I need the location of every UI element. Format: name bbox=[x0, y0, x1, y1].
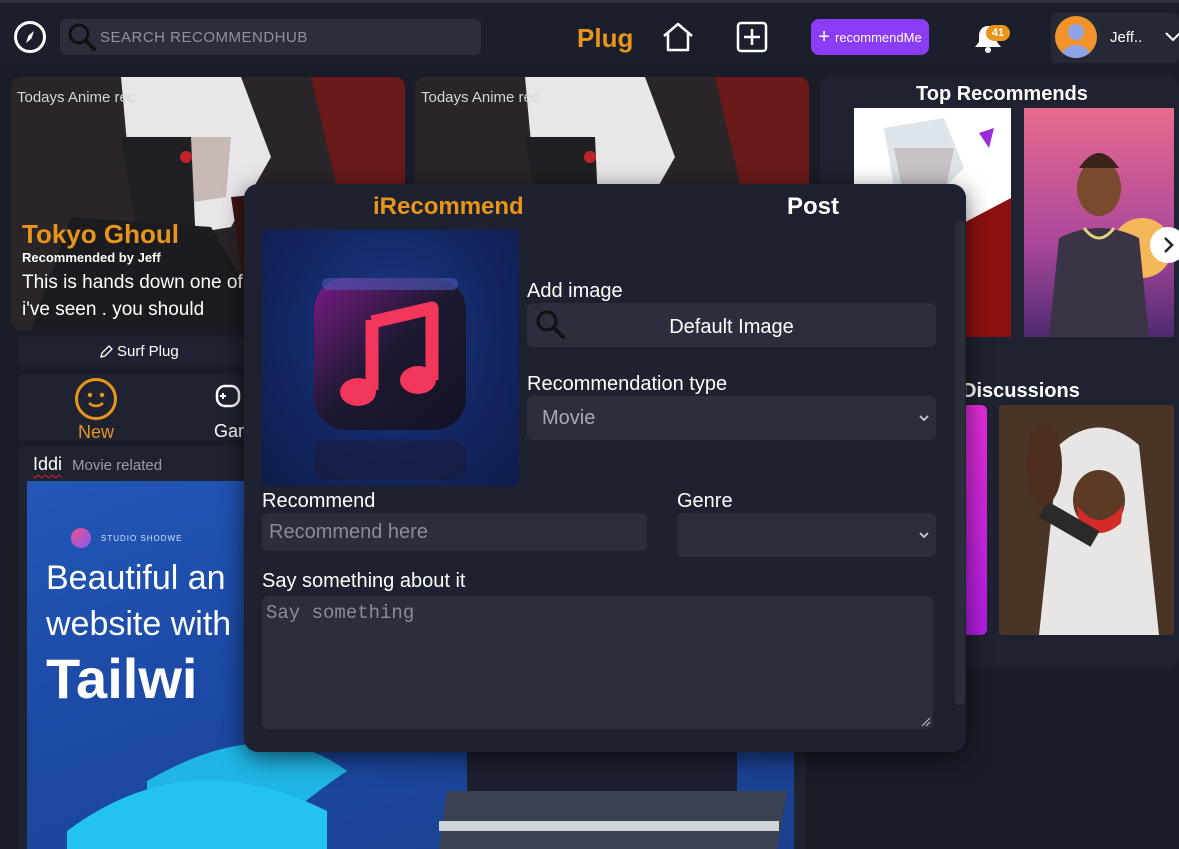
recommend-modal: iRecommend Post Add image Default Image … bbox=[244, 184, 966, 752]
home-icon[interactable] bbox=[660, 19, 696, 55]
tab-post[interactable]: Post bbox=[787, 193, 839, 221]
discussions-title: Discussions bbox=[962, 380, 1080, 402]
search-icon[interactable] bbox=[66, 21, 98, 53]
card-title: Tokyo Ghoul bbox=[22, 219, 179, 249]
compass-icon[interactable] bbox=[14, 21, 46, 53]
recommend-me-button[interactable]: + recommendMe bbox=[811, 19, 929, 55]
post-hero-line: website with bbox=[46, 605, 232, 643]
card-label: Todays Anime rec bbox=[421, 89, 540, 106]
genre-label: Genre bbox=[677, 490, 733, 512]
pencil-icon bbox=[100, 344, 113, 358]
gamepad-icon bbox=[215, 384, 241, 408]
top-recommends-title: Top Recommends bbox=[916, 83, 1088, 105]
card-recommender: Recommended by Jeff bbox=[22, 250, 161, 265]
say-something-label: Say something about it bbox=[262, 570, 466, 592]
chevron-down-icon bbox=[919, 532, 929, 539]
search-input[interactable] bbox=[100, 19, 475, 55]
post-category: Movie related bbox=[72, 457, 163, 474]
feed-tabs: New Gam bbox=[18, 374, 258, 443]
notification-badge: 41 bbox=[986, 25, 1010, 41]
discussion-item[interactable] bbox=[965, 405, 987, 635]
say-something-textarea[interactable] bbox=[262, 596, 933, 729]
default-image-label: Default Image bbox=[669, 316, 794, 338]
recommendation-type-select[interactable]: Movie bbox=[527, 396, 936, 440]
recommendation-image bbox=[262, 230, 519, 486]
add-image-label: Add image bbox=[527, 280, 623, 302]
recommendation-type-value: Movie bbox=[542, 407, 596, 429]
recommend-label: Recommend bbox=[262, 490, 376, 512]
recommend-me-label: recommendMe bbox=[834, 29, 922, 45]
post-hero-line: Tailwi bbox=[46, 647, 198, 710]
card-label: Todays Anime rec bbox=[17, 89, 136, 106]
chevron-down-icon[interactable] bbox=[1163, 26, 1179, 46]
music-note-icon bbox=[314, 278, 466, 480]
user-name: Jeff.. bbox=[1110, 29, 1143, 46]
recommendation-type-label: Recommendation type bbox=[527, 373, 728, 395]
avatar bbox=[1055, 16, 1097, 58]
user-menu[interactable]: Jeff.. bbox=[1051, 13, 1179, 63]
surf-plug-bar: Surf Plug bbox=[18, 337, 248, 365]
tab-irecommend[interactable]: iRecommend bbox=[373, 193, 524, 221]
resize-grip-icon[interactable] bbox=[921, 717, 931, 727]
default-image-button[interactable]: Default Image bbox=[527, 303, 936, 347]
studio-logo: STUDIO SHODWE bbox=[71, 528, 182, 548]
modal-scrollbar[interactable] bbox=[955, 221, 965, 705]
surf-plug-label: Surf Plug bbox=[117, 343, 179, 360]
top-bar: Plug + recommendMe 41 Jeff.. bbox=[0, 0, 1179, 66]
search-bar bbox=[60, 19, 481, 55]
top-recommend-item[interactable] bbox=[1024, 108, 1174, 337]
chevron-down-icon bbox=[919, 415, 929, 422]
plus-icon: + bbox=[818, 26, 830, 48]
tab-new-label: New bbox=[77, 422, 114, 442]
surf-plug-button[interactable]: Surf Plug bbox=[98, 343, 179, 360]
post-author[interactable]: Iddi bbox=[33, 454, 62, 475]
genre-select[interactable] bbox=[677, 513, 936, 557]
recommend-input[interactable] bbox=[262, 513, 647, 551]
post-hero-line: Beautiful an bbox=[46, 559, 226, 597]
smile-icon bbox=[75, 378, 117, 420]
add-square-icon[interactable] bbox=[734, 19, 770, 55]
brand-logo[interactable]: Plug bbox=[577, 23, 633, 54]
discussion-item[interactable] bbox=[999, 405, 1174, 635]
chevron-right-icon[interactable] bbox=[1150, 227, 1179, 263]
tab-new[interactable]: New bbox=[73, 378, 119, 443]
